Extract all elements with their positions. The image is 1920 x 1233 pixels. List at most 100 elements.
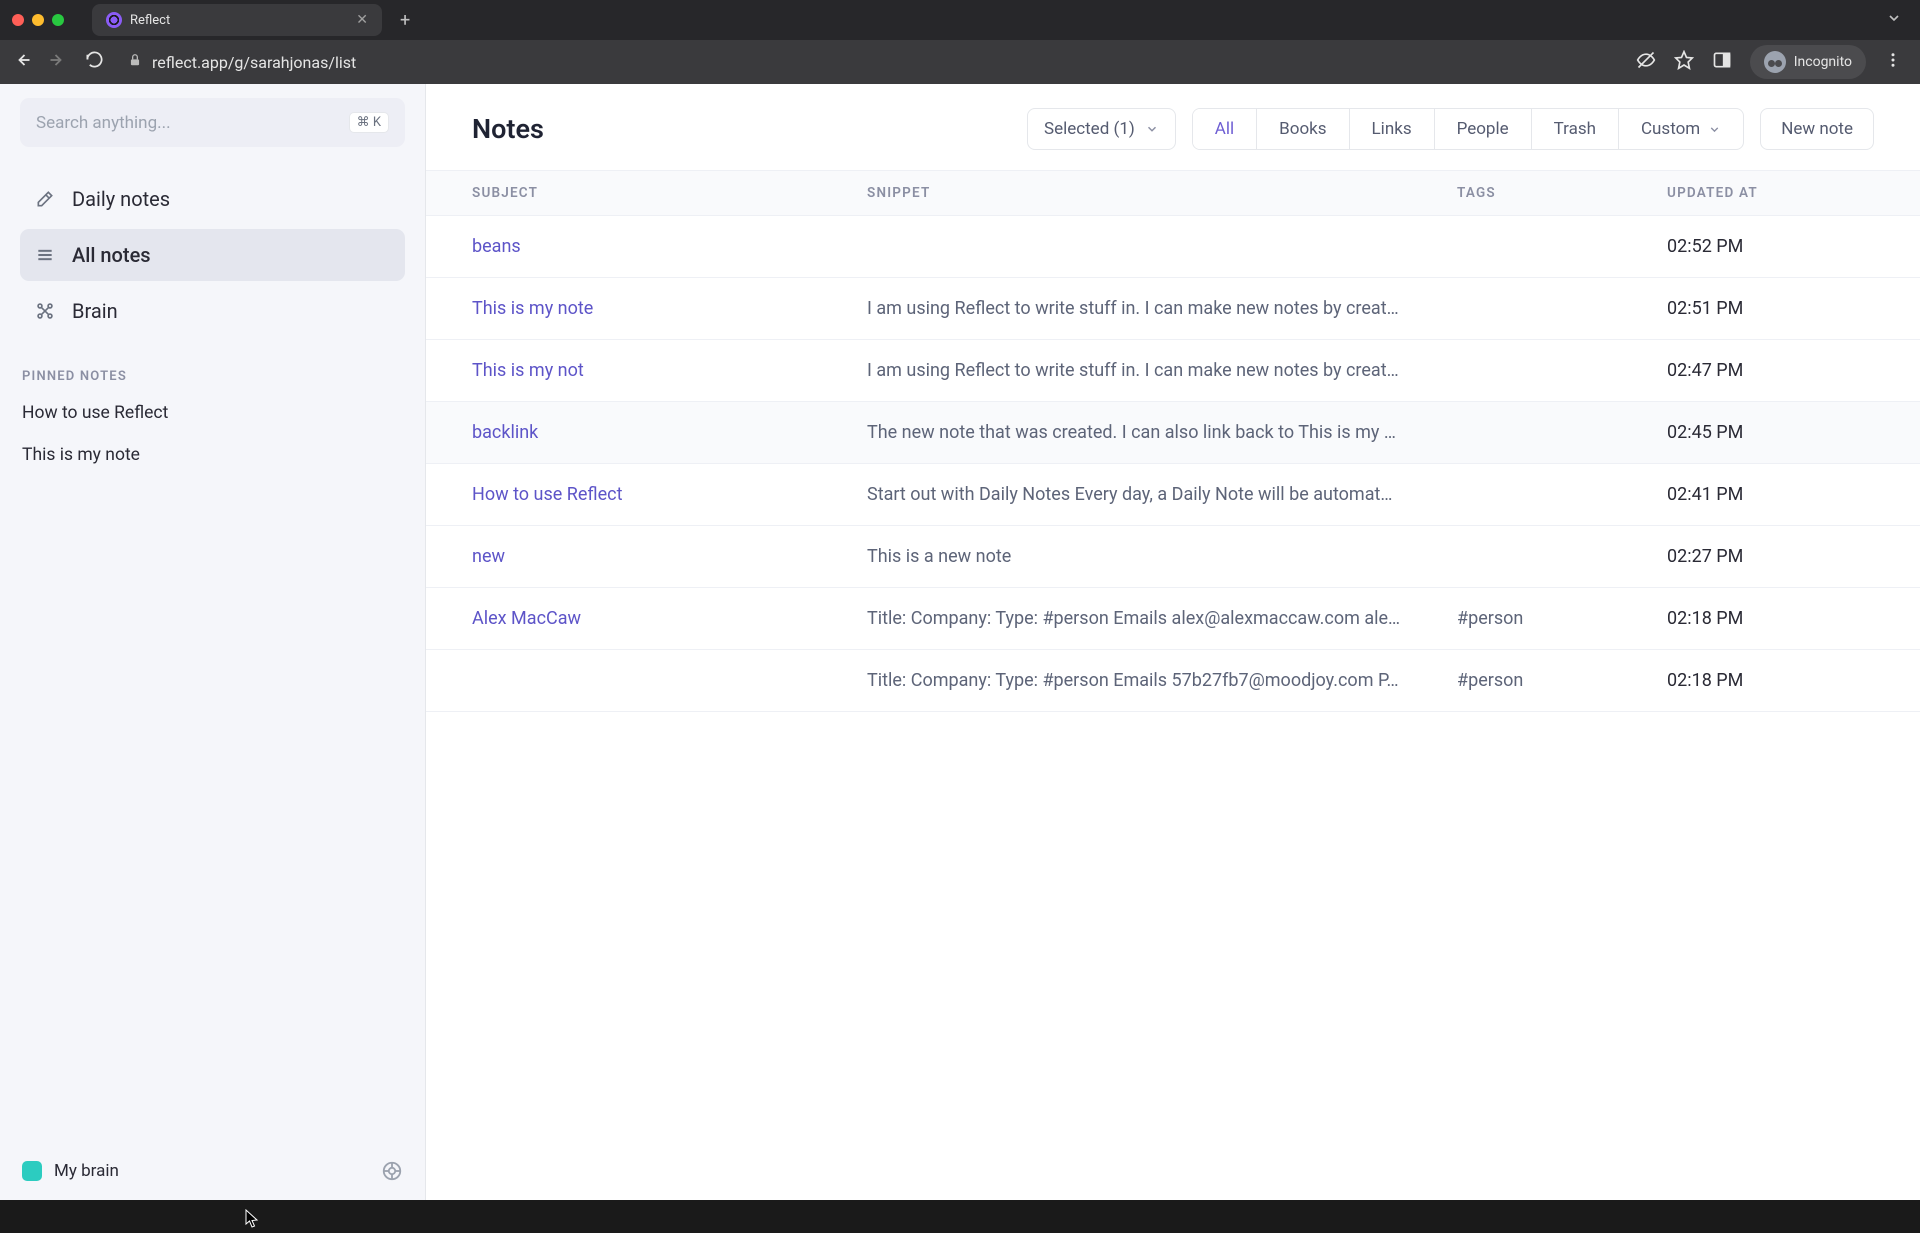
table-row[interactable]: beans 02:52 PM <box>426 216 1920 278</box>
menu-icon[interactable] <box>1884 51 1902 73</box>
favicon-icon <box>106 12 122 28</box>
sidebar-item-label: Brain <box>72 299 118 323</box>
filter-tab-label: Custom <box>1641 119 1700 139</box>
row-updated: 02:41 PM <box>1667 484 1874 505</box>
help-icon[interactable] <box>381 1160 403 1182</box>
table-header: SUBJECT SNIPPET TAGS UPDATED AT <box>426 170 1920 216</box>
table-row[interactable]: How to use ReflectStart out with Daily N… <box>426 464 1920 526</box>
workspace-switcher[interactable]: My brain <box>22 1161 119 1181</box>
main-header: Notes Selected (1) All Books Links Peopl… <box>426 84 1920 170</box>
sidebar-item-daily-notes[interactable]: Daily notes <box>20 173 405 225</box>
main-content: Notes Selected (1) All Books Links Peopl… <box>426 84 1920 1200</box>
row-updated: 02:51 PM <box>1667 298 1874 319</box>
row-updated: 02:52 PM <box>1667 236 1874 257</box>
page-title: Notes <box>472 113 544 145</box>
brain-icon <box>34 301 56 321</box>
panel-icon[interactable] <box>1712 50 1732 74</box>
close-tab-icon[interactable]: ✕ <box>356 12 368 28</box>
row-updated: 02:47 PM <box>1667 360 1874 381</box>
row-subject: new <box>472 546 867 567</box>
list-icon <box>34 245 56 265</box>
row-subject: How to use Reflect <box>472 484 867 505</box>
url-text: reflect.app/g/sarahjonas/list <box>152 53 356 72</box>
edit-icon <box>34 189 56 209</box>
pinned-notes-heading: PINNED NOTES <box>20 369 405 384</box>
col-tags: TAGS <box>1457 185 1667 201</box>
row-subject: This is my not <box>472 360 867 381</box>
addressbar: reflect.app/g/sarahjonas/list Incognito <box>0 40 1920 84</box>
chevron-down-icon <box>1145 122 1159 136</box>
row-snippet: I am using Reflect to write stuff in. I … <box>867 360 1457 381</box>
filter-tab-books[interactable]: Books <box>1257 109 1349 149</box>
pinned-note-item[interactable]: How to use Reflect <box>20 398 405 428</box>
filter-tab-all[interactable]: All <box>1193 109 1257 149</box>
incognito-label: Incognito <box>1794 54 1852 70</box>
filter-tab-people[interactable]: People <box>1435 109 1532 149</box>
row-subject: backlink <box>472 422 867 443</box>
filter-tab-links[interactable]: Links <box>1350 109 1435 149</box>
row-updated: 02:27 PM <box>1667 546 1874 567</box>
row-tags: #person <box>1457 608 1667 629</box>
filter-tab-custom[interactable]: Custom <box>1619 109 1743 149</box>
row-snippet: This is a new note <box>867 546 1457 567</box>
sidebar-item-label: All notes <box>72 243 151 267</box>
url-input[interactable]: reflect.app/g/sarahjonas/list <box>118 53 1624 72</box>
minimize-window-button[interactable] <box>32 14 44 26</box>
col-snippet: SNIPPET <box>867 185 1457 201</box>
search-input[interactable]: Search anything... ⌘ K <box>20 98 405 147</box>
workspace-color-icon <box>22 1161 42 1181</box>
row-subject: This is my note <box>472 298 867 319</box>
browser-tab[interactable]: Reflect ✕ <box>92 4 382 36</box>
row-snippet: Title: Company: Type: #person Emails ale… <box>867 608 1457 629</box>
titlebar: Reflect ✕ + <box>0 0 1920 40</box>
incognito-badge[interactable]: Incognito <box>1750 45 1866 79</box>
filter-tabs: All Books Links People Trash Custom <box>1192 108 1744 150</box>
incognito-icon <box>1764 51 1786 73</box>
workspace-name: My brain <box>54 1161 119 1181</box>
row-snippet: Title: Company: Type: #person Emails 57b… <box>867 670 1457 691</box>
row-updated: 02:45 PM <box>1667 422 1874 443</box>
table-row[interactable]: newThis is a new note 02:27 PM <box>426 526 1920 588</box>
maximize-window-button[interactable] <box>52 14 64 26</box>
new-tab-button[interactable]: + <box>400 10 410 31</box>
tabs-overflow-icon[interactable] <box>1886 10 1902 30</box>
back-button[interactable] <box>10 50 34 75</box>
sidebar-item-all-notes[interactable]: All notes <box>20 229 405 281</box>
table-row[interactable]: Alex MacCawTitle: Company: Type: #person… <box>426 588 1920 650</box>
close-window-button[interactable] <box>12 14 24 26</box>
col-subject: SUBJECT <box>472 185 867 201</box>
row-updated: 02:18 PM <box>1667 608 1874 629</box>
reload-button[interactable] <box>82 50 106 74</box>
search-placeholder: Search anything... <box>36 113 171 133</box>
forward-button[interactable] <box>46 50 70 75</box>
row-updated: 02:18 PM <box>1667 670 1874 691</box>
table-row[interactable]: backlinkThe new note that was created. I… <box>426 402 1920 464</box>
col-updated: UPDATED AT <box>1667 185 1874 201</box>
sidebar-item-label: Daily notes <box>72 187 170 211</box>
row-tags: #person <box>1457 670 1667 691</box>
search-shortcut: ⌘ K <box>349 112 389 133</box>
window-controls <box>12 14 64 26</box>
chevron-down-icon <box>1708 123 1721 136</box>
row-snippet: Start out with Daily Notes Every day, a … <box>867 484 1457 505</box>
row-snippet: The new note that was created. I can als… <box>867 422 1457 443</box>
table-row[interactable]: This is my notI am using Reflect to writ… <box>426 340 1920 402</box>
row-subject: Alex MacCaw <box>472 608 867 629</box>
sidebar-item-brain[interactable]: Brain <box>20 285 405 337</box>
table-row[interactable]: Title: Company: Type: #person Emails 57b… <box>426 650 1920 712</box>
new-note-button[interactable]: New note <box>1760 108 1874 150</box>
cursor-icon <box>245 1209 259 1229</box>
lock-icon <box>128 53 142 71</box>
notes-table: beans02:52 PMThis is my noteI am using R… <box>426 216 1920 1200</box>
pinned-note-item[interactable]: This is my note <box>20 440 405 470</box>
eye-off-icon[interactable] <box>1636 50 1656 74</box>
row-subject: beans <box>472 236 867 257</box>
selected-dropdown[interactable]: Selected (1) <box>1027 108 1176 150</box>
selected-label: Selected (1) <box>1044 119 1135 139</box>
row-snippet: I am using Reflect to write stuff in. I … <box>867 298 1457 319</box>
sidebar: Search anything... ⌘ K Daily notes All n… <box>0 84 426 1200</box>
tab-title: Reflect <box>130 13 170 28</box>
table-row[interactable]: This is my noteI am using Reflect to wri… <box>426 278 1920 340</box>
filter-tab-trash[interactable]: Trash <box>1532 109 1619 149</box>
star-icon[interactable] <box>1674 50 1694 74</box>
